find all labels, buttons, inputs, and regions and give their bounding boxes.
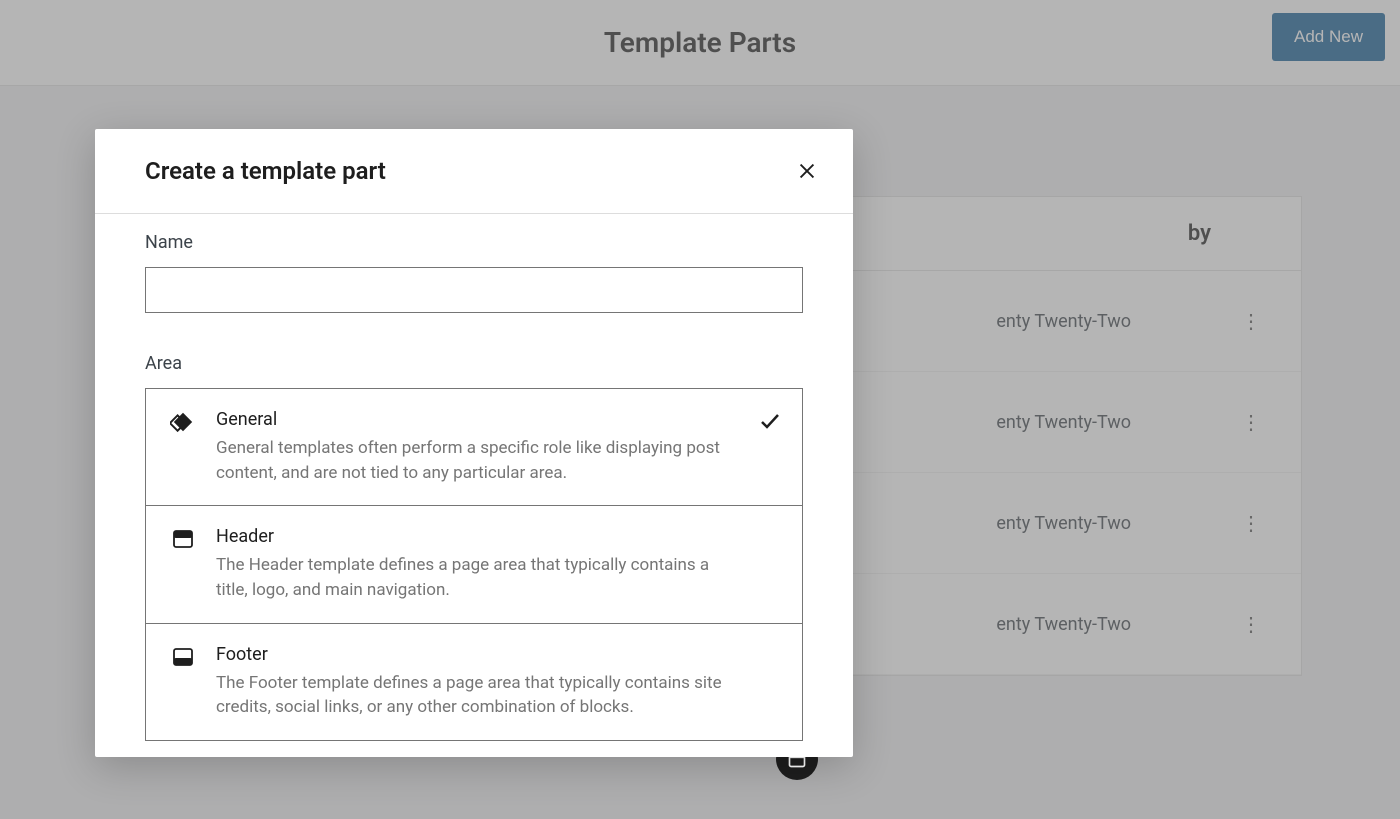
modal-title: Create a template part	[145, 157, 386, 185]
layers-icon	[168, 409, 198, 435]
area-description: The Header template defines a page area …	[216, 553, 740, 602]
area-description: General templates often perform a specif…	[216, 436, 740, 485]
area-option-general[interactable]: General General templates often perform …	[146, 389, 802, 506]
footer-icon	[168, 644, 198, 670]
area-description: The Footer template defines a page area …	[216, 671, 740, 720]
area-option-header[interactable]: Header The Header template defines a pag…	[146, 506, 802, 623]
create-template-part-modal: Create a template part Name Area General	[95, 129, 853, 757]
area-name: Header	[216, 526, 740, 547]
area-list: General General templates often perform …	[145, 388, 803, 741]
name-label: Name	[145, 232, 803, 253]
area-label: Area	[145, 353, 803, 374]
area-text: General General templates often perform …	[216, 409, 780, 485]
area-text: Footer The Footer template defines a pag…	[216, 644, 780, 720]
close-button[interactable]	[789, 153, 825, 189]
close-icon	[796, 160, 818, 182]
header-icon	[168, 526, 198, 552]
modal-header: Create a template part	[95, 129, 853, 214]
area-option-footer[interactable]: Footer The Footer template defines a pag…	[146, 624, 802, 740]
area-name: Footer	[216, 644, 740, 665]
name-input[interactable]	[145, 267, 803, 313]
modal-body: Name Area General General templates ofte…	[95, 214, 853, 757]
area-text: Header The Header template defines a pag…	[216, 526, 780, 602]
area-name: General	[216, 409, 740, 430]
check-icon	[758, 409, 782, 433]
